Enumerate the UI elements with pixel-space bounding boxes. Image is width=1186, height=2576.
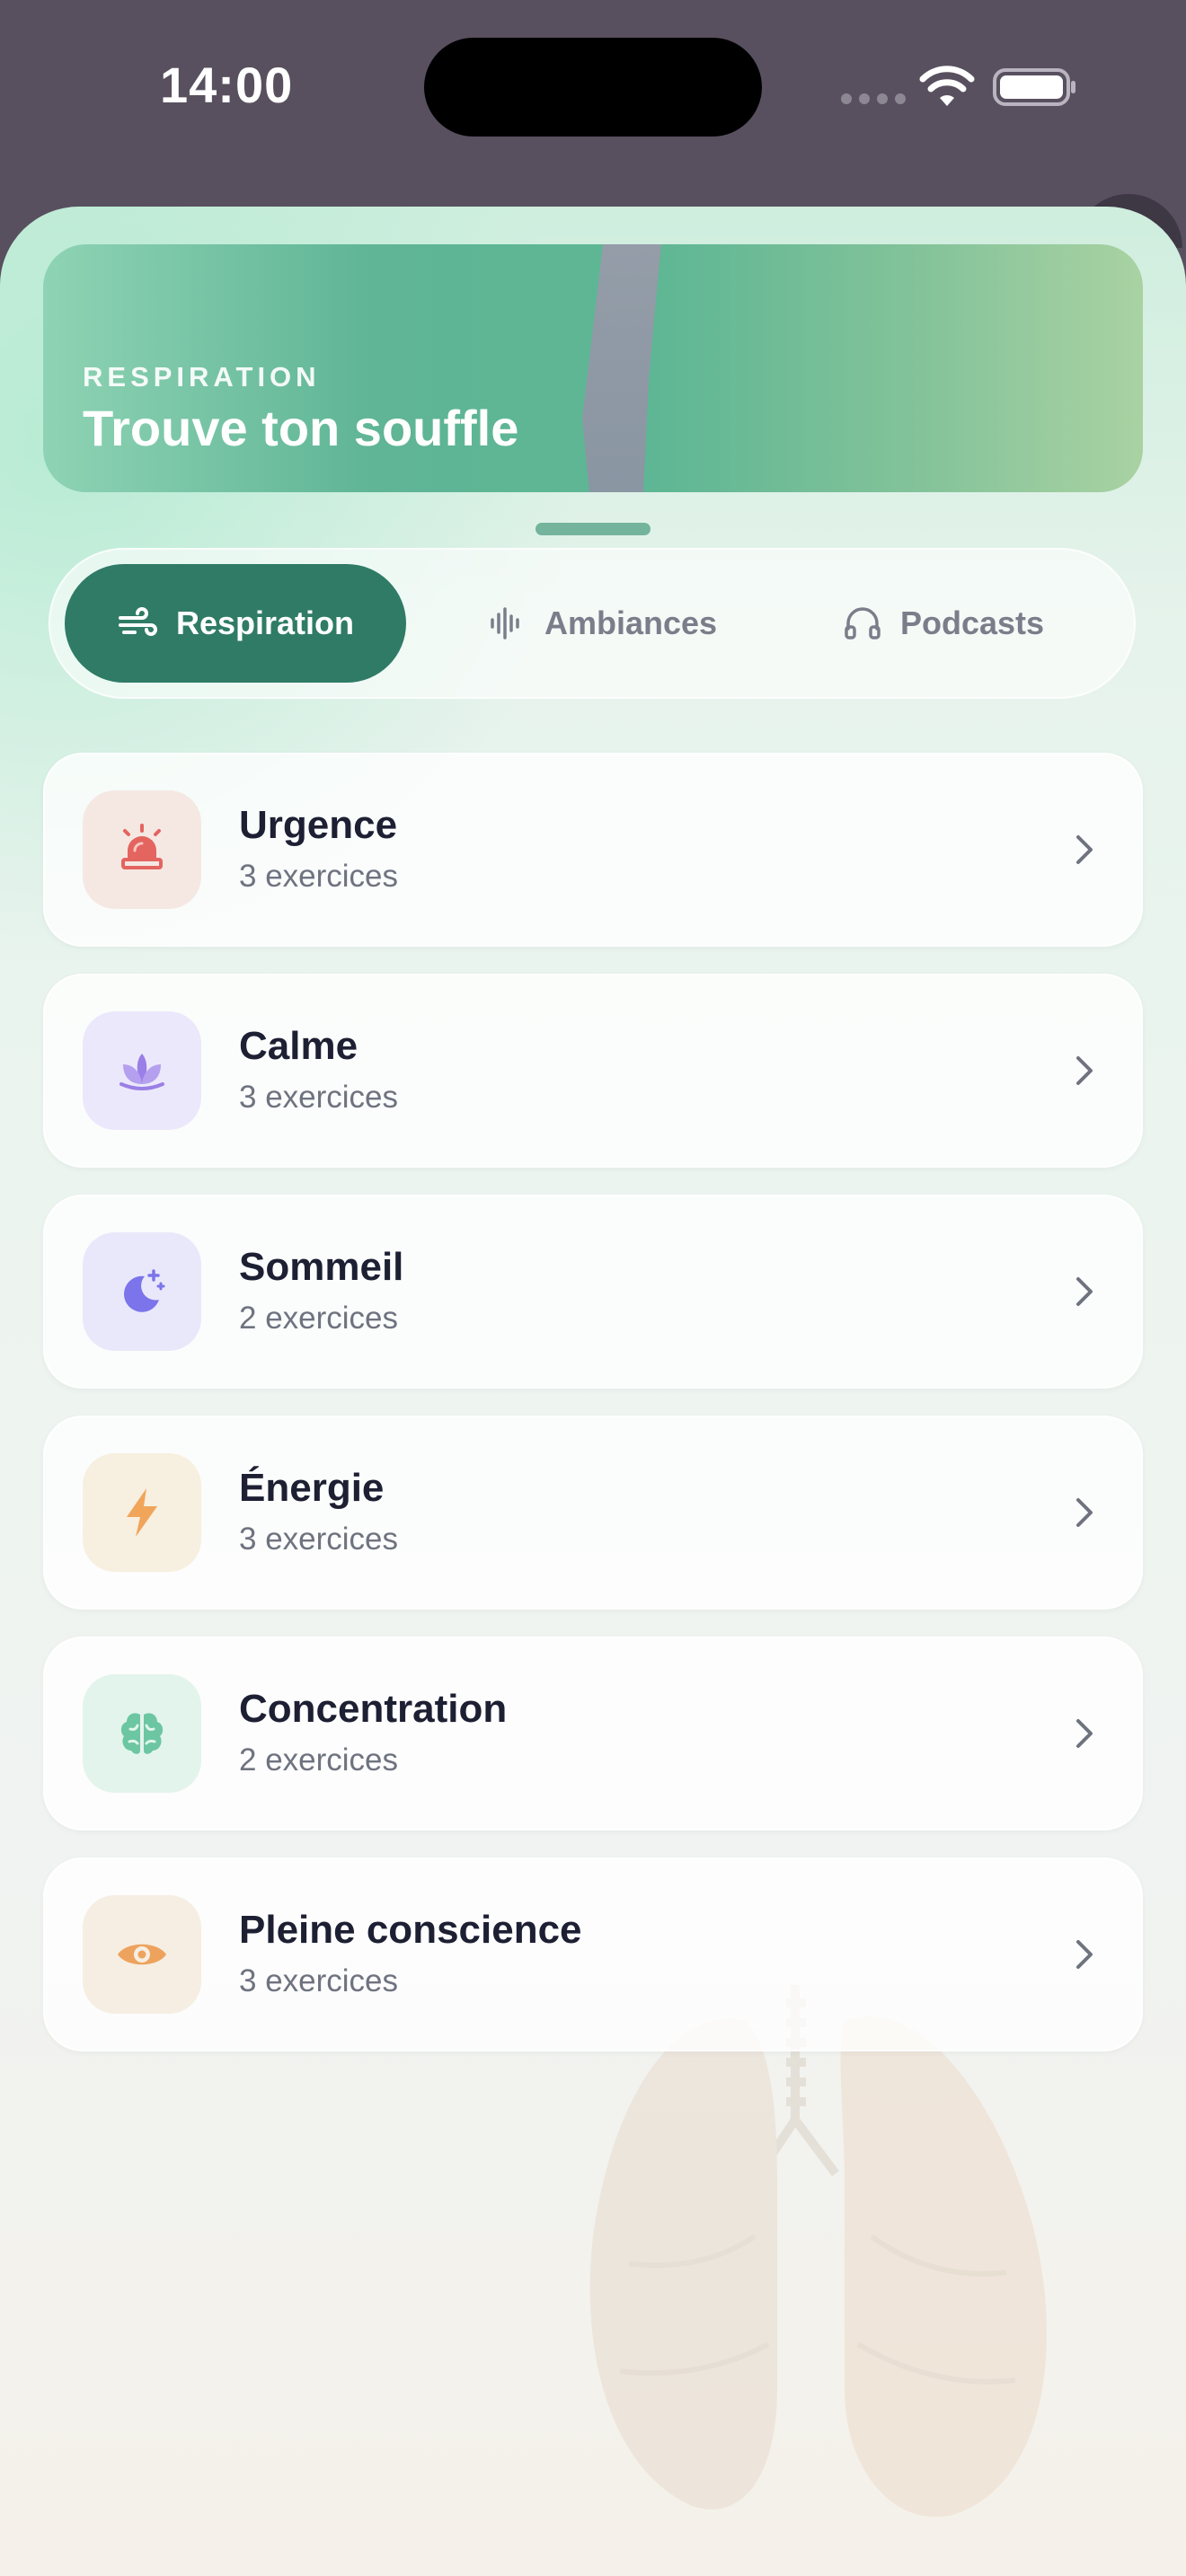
wind-icon — [118, 607, 157, 636]
category-icon-tile — [83, 790, 201, 909]
chevron-right-icon — [1076, 1719, 1093, 1748]
chevron-right-icon — [1076, 835, 1093, 864]
category-card-pleine-conscience[interactable]: Pleine conscience 3 exercices — [43, 1857, 1143, 2051]
headphones-icon — [845, 607, 881, 640]
tab-ambiances[interactable]: Ambiances — [453, 564, 749, 683]
category-card-energie[interactable]: Énergie 3 exercices — [43, 1416, 1143, 1610]
status-time: 14:00 — [160, 57, 294, 113]
category-count: 3 exercices — [239, 1080, 399, 1115]
category-title: Concentration — [239, 1687, 508, 1731]
category-icon-tile — [83, 1895, 201, 2014]
category-title: Sommeil — [239, 1245, 404, 1289]
bolt-icon — [127, 1488, 157, 1537]
category-title: Calme — [239, 1024, 358, 1068]
lungs-icon — [589, 1985, 1047, 2518]
tab-label: Podcasts — [899, 604, 1045, 641]
bottom-sheet: RESPIRATION Trouve ton souffle Respirati… — [0, 207, 1186, 2576]
hero-title: Trouve ton souffle — [83, 400, 519, 456]
tab-label: Ambiances — [544, 604, 718, 641]
category-title: Pleine conscience — [239, 1908, 582, 1952]
cellular-signal-icon — [841, 93, 906, 104]
dynamic-island — [424, 38, 762, 137]
hero-eyebrow: RESPIRATION — [83, 361, 321, 393]
siren-icon — [121, 824, 163, 869]
category-card-sommeil[interactable]: Sommeil 2 exercices — [43, 1195, 1143, 1389]
sheet-grabber[interactable] — [535, 523, 651, 535]
chevron-right-icon — [1076, 1940, 1093, 1969]
tab-respiration[interactable]: Respiration — [65, 564, 406, 683]
brain-icon — [120, 1713, 164, 1754]
eye-icon — [118, 1944, 166, 1965]
tab-bar: Respiration Ambiances Podcasts — [49, 548, 1136, 699]
wifi-icon — [919, 66, 975, 106]
chevron-right-icon — [1076, 1056, 1093, 1085]
category-count: 2 exercices — [239, 1742, 399, 1778]
hero-banner: RESPIRATION Trouve ton souffle — [43, 244, 1143, 492]
category-card-urgence[interactable]: Urgence 3 exercices — [43, 753, 1143, 947]
category-card-calme[interactable]: Calme 3 exercices — [43, 974, 1143, 1168]
category-title: Urgence — [239, 803, 398, 847]
waveform-icon — [491, 607, 519, 640]
category-count: 3 exercices — [239, 1522, 399, 1557]
category-icon-tile — [83, 1453, 201, 1572]
moon-stars-icon — [123, 1269, 165, 1312]
chevron-right-icon — [1076, 1277, 1093, 1306]
category-card-concentration[interactable]: Concentration 2 exercices — [43, 1636, 1143, 1831]
category-count: 3 exercices — [239, 859, 399, 894]
category-icon-tile — [83, 1011, 201, 1130]
tab-podcasts[interactable]: Podcasts — [794, 564, 1091, 683]
status-bar: 14:00 — [0, 0, 1186, 248]
tab-label: Respiration — [175, 604, 355, 641]
category-icon-tile — [83, 1674, 201, 1793]
category-count: 2 exercices — [239, 1301, 399, 1336]
category-icon-tile — [83, 1232, 201, 1351]
hero-illustration — [582, 244, 661, 492]
category-count: 3 exercices — [239, 1963, 399, 1998]
battery-icon — [993, 68, 1075, 106]
lotus-icon — [119, 1054, 164, 1090]
chevron-right-icon — [1076, 1498, 1093, 1527]
category-title: Énergie — [239, 1466, 385, 1510]
